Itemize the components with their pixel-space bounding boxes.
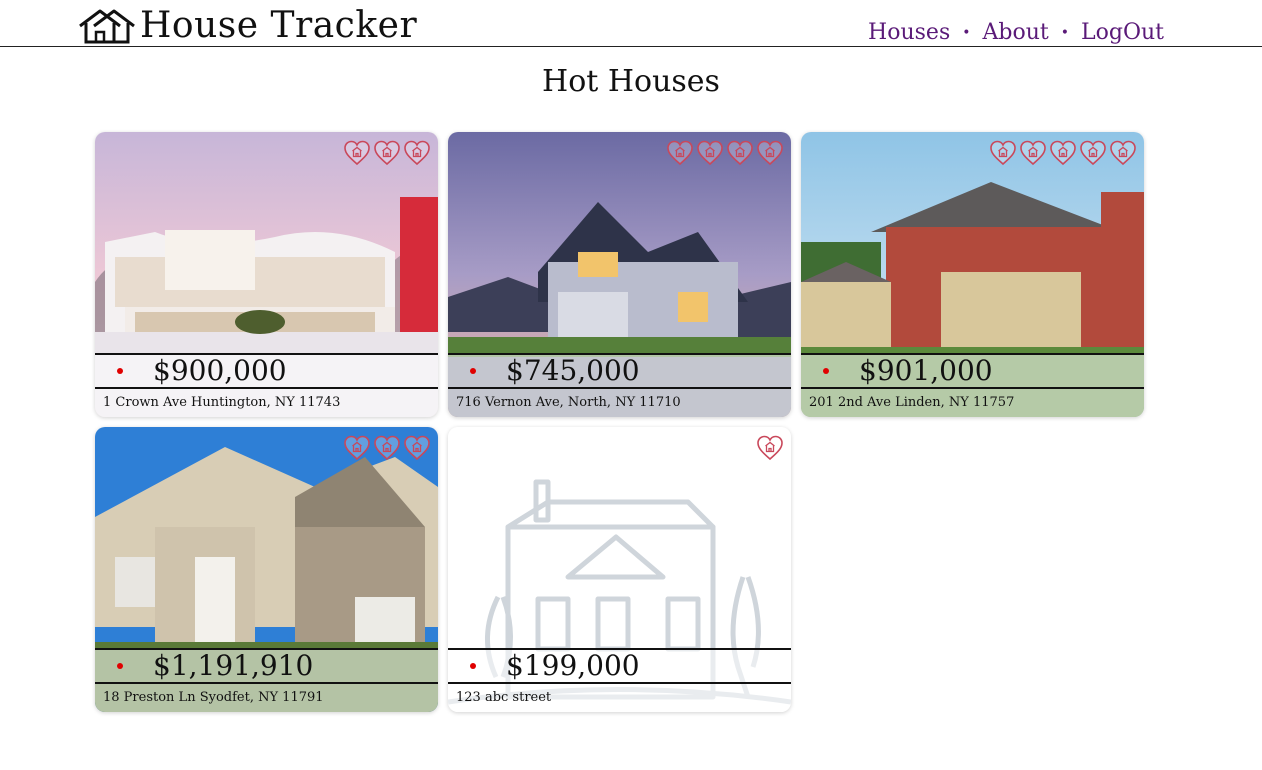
house-address: 123 abc street xyxy=(448,684,791,712)
red-dot-icon xyxy=(823,368,829,374)
red-dot-icon xyxy=(470,663,476,669)
nav-separator: • xyxy=(962,24,971,41)
house-card[interactable]: $1,191,910 18 Preston Ln Syodfet, NY 117… xyxy=(95,427,438,712)
top-navbar: House Tracker Houses • About • LogOut xyxy=(0,0,1262,47)
house-card[interactable]: $745,000 716 Vernon Ave, North, NY 11710 xyxy=(448,132,791,417)
house-card[interactable]: $900,000 1 Crown Ave Huntington, NY 1174… xyxy=(95,132,438,417)
price-band: $900,000 xyxy=(95,353,438,389)
heart-house-icon[interactable] xyxy=(344,140,370,166)
app-title: House Tracker xyxy=(140,5,418,46)
heart-house-icon[interactable] xyxy=(727,140,753,166)
price-band: $1,191,910 xyxy=(95,648,438,684)
page-title: Hot Houses xyxy=(542,64,720,99)
favorite-rating xyxy=(757,435,783,461)
favorite-rating xyxy=(344,435,430,461)
house-price: $900,000 xyxy=(153,354,287,387)
heart-house-icon[interactable] xyxy=(990,140,1016,166)
house-outline-icon xyxy=(79,9,135,44)
house-address: 18 Preston Ln Syodfet, NY 11791 xyxy=(95,684,438,712)
house-card[interactable]: $901,000 201 2nd Ave Linden, NY 11757 xyxy=(801,132,1144,417)
brand[interactable]: House Tracker xyxy=(76,6,417,46)
heart-house-icon[interactable] xyxy=(1020,140,1046,166)
heart-house-icon[interactable] xyxy=(697,140,723,166)
favorite-rating xyxy=(344,140,430,166)
house-address: 1 Crown Ave Huntington, NY 11743 xyxy=(95,389,438,417)
heart-house-icon[interactable] xyxy=(404,435,430,461)
heart-house-icon[interactable] xyxy=(1080,140,1106,166)
heart-house-icon[interactable] xyxy=(667,140,693,166)
price-band: $745,000 xyxy=(448,353,791,389)
nav-link-logout[interactable]: LogOut xyxy=(1081,20,1164,45)
heart-house-icon[interactable] xyxy=(374,435,400,461)
house-address: 716 Vernon Ave, North, NY 11710 xyxy=(448,389,791,417)
nav-separator: • xyxy=(1060,24,1070,41)
house-price: $1,191,910 xyxy=(153,649,314,682)
heart-house-icon[interactable] xyxy=(757,435,783,461)
red-dot-icon xyxy=(470,368,476,374)
house-price: $745,000 xyxy=(506,354,640,387)
favorite-rating xyxy=(990,140,1136,166)
house-card[interactable]: $199,000 123 abc street xyxy=(448,427,791,712)
favorite-rating xyxy=(667,140,783,166)
red-dot-icon xyxy=(117,663,123,669)
price-band: $901,000 xyxy=(801,353,1144,389)
heart-house-icon[interactable] xyxy=(1050,140,1076,166)
price-band: $199,000 xyxy=(448,648,791,684)
heart-house-icon[interactable] xyxy=(1110,140,1136,166)
red-dot-icon xyxy=(117,368,123,374)
house-price: $199,000 xyxy=(506,649,640,682)
heart-house-icon[interactable] xyxy=(757,140,783,166)
heart-house-icon[interactable] xyxy=(344,435,370,461)
house-price: $901,000 xyxy=(859,354,993,387)
heart-house-icon[interactable] xyxy=(374,140,400,166)
house-address: 201 2nd Ave Linden, NY 11757 xyxy=(801,389,1144,417)
nav-link-about[interactable]: About xyxy=(983,20,1049,45)
heart-house-icon[interactable] xyxy=(404,140,430,166)
nav-link-houses[interactable]: Houses xyxy=(868,20,950,45)
main-nav: Houses • About • LogOut xyxy=(868,20,1164,45)
